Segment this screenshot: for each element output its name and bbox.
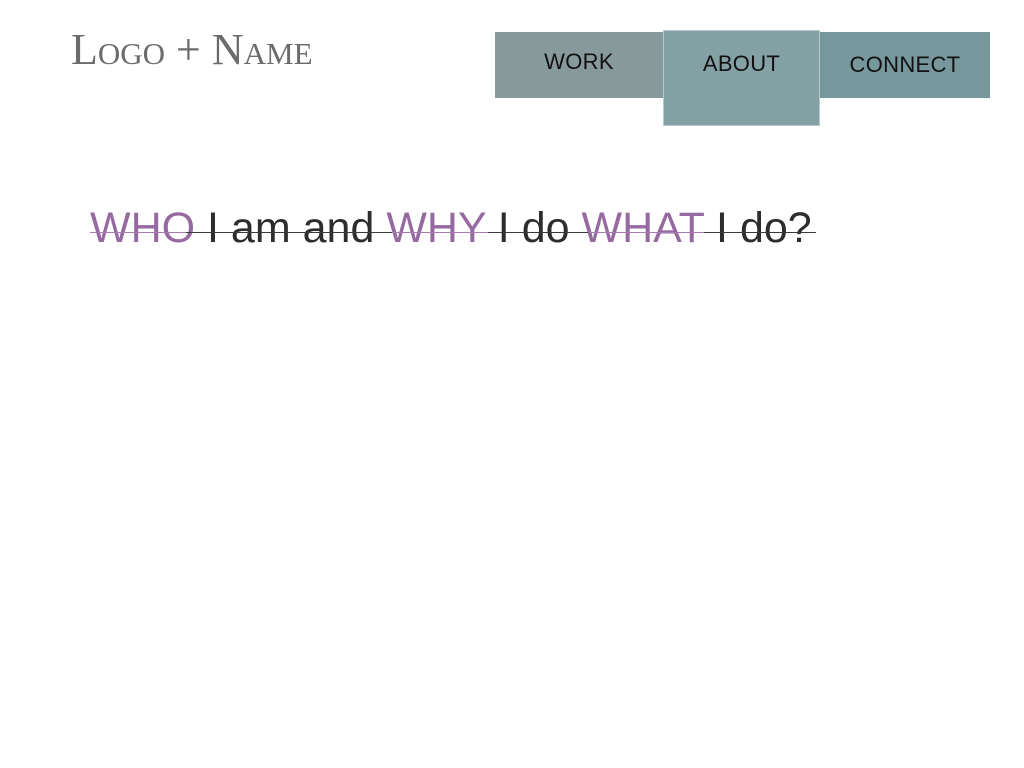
headline-word-who: WHO	[90, 204, 196, 252]
page: Logo + Name WORK ABOUT CONNECT WHO I am …	[0, 0, 1024, 768]
logo[interactable]: Logo + Name	[71, 26, 313, 74]
nav-item-connect-label: CONNECT	[849, 52, 961, 77]
page-headline: WHO I am and WHY I do WHAT I do?	[90, 200, 820, 256]
headline-strike-line	[90, 232, 816, 233]
strike-accent-who	[90, 232, 186, 233]
strike-accent-why	[392, 232, 488, 233]
headline-text-i-am-and: I am and	[195, 204, 387, 252]
nav-item-about-label: ABOUT	[702, 51, 781, 76]
headline-text-i-do-2: I do?	[704, 204, 812, 252]
headline-word-what: WHAT	[581, 204, 705, 252]
nav-item-about[interactable]: ABOUT	[663, 30, 820, 126]
nav-item-connect[interactable]: CONNECT	[820, 32, 990, 98]
nav-item-work[interactable]: WORK	[495, 32, 663, 98]
nav-item-work-label: WORK	[544, 49, 614, 74]
headline-word-why: WHY	[386, 204, 486, 252]
headline-text-i-do-1: I do	[485, 204, 582, 252]
main-nav: WORK ABOUT CONNECT	[495, 30, 990, 130]
strike-accent-what	[588, 232, 704, 233]
